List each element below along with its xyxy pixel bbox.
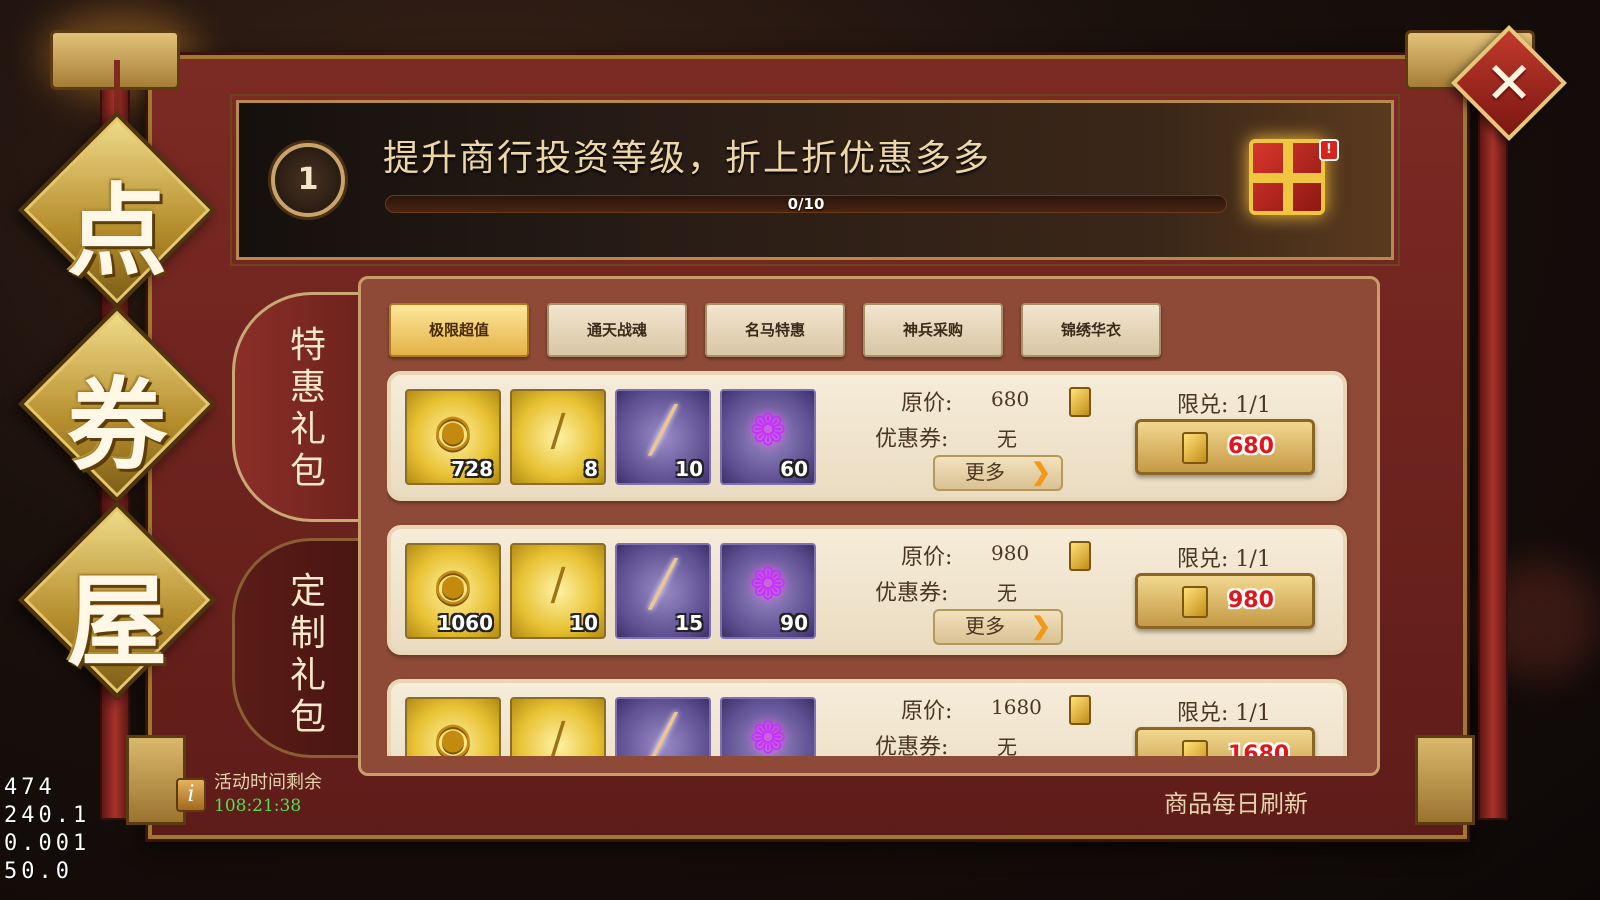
buy-price: 980 [1228,588,1274,613]
exchange-limit: 限兑: 1/1 [1177,393,1271,418]
right-pillar [1478,60,1508,820]
reward-item[interactable]: ╱ [615,697,711,756]
coupon-icon [1182,586,1208,618]
timer-label: 活动时间剩余 [214,772,322,793]
bottom-right-bracket [1415,735,1475,825]
product-list[interactable]: ◉ 728 ∕ 8 ╱ 10 ❁ 60 原价: 680 优惠券: 无更多 ❯ 限兑: 1/1 680 ◉ 106… [387,371,1357,756]
side-tab-label: 定制礼包 [289,571,326,738]
buy-price: 1680 [1228,742,1290,756]
debug-stat-line: 240.1 [4,803,91,828]
blade-icon: ╱ [649,713,677,756]
buy-button[interactable]: 980 [1135,573,1315,629]
coupon-value: 无 [997,581,1017,605]
progress-bar: 0/10 [385,195,1227,213]
chevron-right-icon: ❯ [1030,457,1051,486]
item-count: 60 [780,457,808,481]
item-count: 728 [451,457,493,481]
coupon-value: 无 [997,735,1017,756]
level-badge: 1 [271,143,345,217]
purple-orb-icon: ❁ [749,713,787,756]
debug-stat-line: 474 [4,775,56,800]
buy-button[interactable]: 1680 [1135,727,1315,756]
exchange-limit: 限兑: 1/1 [1177,701,1271,726]
scroll-icon: ∕ [550,559,566,610]
exchange-limit: 限兑: 1/1 [1177,547,1271,572]
reward-item[interactable]: ❁ [720,697,816,756]
more-button[interactable]: 更多 ❯ [933,455,1063,491]
gift-alert-badge: ! [1319,139,1339,161]
reward-item[interactable]: ◉ 1060 [405,543,501,639]
reward-item[interactable]: ∕ 10 [510,543,606,639]
item-count: 90 [780,611,808,635]
original-price-value: 680 [991,387,1030,411]
gold-ingot-icon: ◉ [433,713,473,756]
debug-stat-line: 50.0 [4,859,73,884]
reward-item[interactable]: ╱ 10 [615,389,711,485]
original-price-value: 980 [991,541,1030,565]
item-count: 8 [584,457,598,481]
level-banner: 1 提升商行投资等级，折上折优惠多多 0/10 ! [230,94,1400,266]
blade-icon: ╱ [649,405,677,456]
gold-ingot-icon: ◉ [433,405,473,456]
buy-price: 680 [1228,434,1274,459]
close-icon[interactable]: ✕ [1468,42,1550,124]
title-char: 券 [67,366,167,484]
product-row: ◉ ∕ ╱ ❁ 原价: 1680 优惠券: 无 限兑: 1/1 1680 [387,679,1347,756]
purple-orb-icon: ❁ [749,405,787,456]
refresh-note: 商品每日刷新 [1164,790,1308,818]
coupon-icon [1182,740,1208,756]
original-price-label: 原价: [901,391,953,416]
debug-stat-line: 0.001 [4,831,91,856]
coupon-label: 优惠券: [875,581,949,606]
chevron-right-icon: ❯ [1030,611,1051,640]
reward-item[interactable]: ❁ 60 [720,389,816,485]
item-count: 10 [675,457,703,481]
more-button[interactable]: 更多 ❯ [933,609,1063,645]
reward-item[interactable]: ◉ 728 [405,389,501,485]
buy-button[interactable]: 680 [1135,419,1315,475]
coupon-icon [1069,695,1091,725]
gift-box-icon[interactable] [1249,139,1325,215]
tab-heaven-war-soul[interactable]: 通天战魂 [547,303,687,357]
side-tab-special-packs[interactable]: 特惠礼包 [232,292,362,522]
content-panel: 极限超值 通天战魂 名马特惠 神兵采购 锦绣华衣 ◉ 728 ∕ 8 ╱ 10 ❁ 60 原价:… [358,276,1380,776]
tab-famous-horse[interactable]: 名马特惠 [705,303,845,357]
coupon-label: 优惠券: [875,735,949,756]
title-char: 点 [67,172,167,290]
title-char: 屋 [67,562,167,680]
scroll-icon: ∕ [550,713,566,756]
info-icon[interactable]: i [176,778,206,812]
tab-weapon-purchase[interactable]: 神兵采购 [863,303,1003,357]
original-price-label: 原价: [901,699,953,724]
side-tab-label: 特惠礼包 [289,325,326,492]
coupon-icon [1182,432,1208,464]
blade-icon: ╱ [649,559,677,610]
reward-item[interactable]: ❁ 90 [720,543,816,639]
timer-value: 108:21:38 [214,796,302,816]
coupon-icon [1069,541,1091,571]
original-price-label: 原价: [901,545,953,570]
debug-stats: 474 240.1 0.001 50.0 [4,774,90,886]
reward-item[interactable]: ◉ [405,697,501,756]
side-tab-custom-packs[interactable]: 定制礼包 [232,538,362,758]
banner-title: 提升商行投资等级，折上折优惠多多 [383,138,992,179]
coupon-icon [1069,387,1091,417]
purple-orb-icon: ❁ [749,559,787,610]
product-row: ◉ 728 ∕ 8 ╱ 10 ❁ 60 原价: 680 优惠券: 无更多 ❯ 限兑: 1/1 680 [387,371,1347,501]
coupon-label: 优惠券: [875,427,949,452]
scroll-icon: ∕ [550,405,566,456]
tab-brocade-clothes[interactable]: 锦绣华衣 [1021,303,1161,357]
gold-ingot-icon: ◉ [433,559,473,610]
item-count: 1060 [437,611,493,635]
tab-limit-value[interactable]: 极限超值 [389,303,529,357]
product-row: ◉ 1060 ∕ 10 ╱ 15 ❁ 90 原价: 980 优惠券: 无更多 ❯ 限兑: 1/1 980 [387,525,1347,655]
reward-item[interactable]: ∕ 8 [510,389,606,485]
item-count: 15 [675,611,703,635]
coupon-value: 无 [997,427,1017,451]
original-price-value: 1680 [991,695,1042,719]
reward-item[interactable]: ╱ 15 [615,543,711,639]
progress-text: 0/10 [787,195,825,213]
item-count: 10 [570,611,598,635]
reward-item[interactable]: ∕ [510,697,606,756]
